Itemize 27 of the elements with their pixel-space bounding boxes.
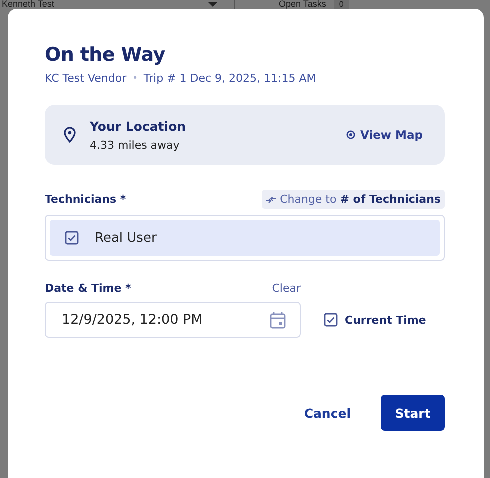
technician-name: Real User xyxy=(95,230,157,246)
date-time-label: Date & Time * xyxy=(45,282,132,295)
checkbox[interactable] xyxy=(324,313,338,327)
vendor-name: KC Test Vendor xyxy=(45,72,127,85)
task-count: 0 xyxy=(334,0,349,9)
cancel-button[interactable]: Cancel xyxy=(304,406,351,420)
start-button[interactable]: Start xyxy=(381,395,445,431)
checkbox[interactable] xyxy=(65,231,79,245)
calendar-icon[interactable] xyxy=(270,312,286,328)
dialog-title: On the Way xyxy=(45,44,166,66)
location-distance: 4.33 miles away xyxy=(90,138,181,152)
change-mode-button[interactable]: Change to # of Technicians xyxy=(262,190,445,209)
location-pin-icon xyxy=(64,127,76,143)
separator-dot: • xyxy=(132,74,138,84)
location-title: Your Location xyxy=(90,118,188,134)
caret-icon xyxy=(208,2,218,7)
technicians-label: Technicians * xyxy=(45,193,126,206)
trip-info: Trip # 1 Dec 9, 2025, 11:15 AM xyxy=(144,72,316,85)
current-time-label: Current Time xyxy=(345,314,426,326)
technician-option[interactable]: Real User xyxy=(50,220,440,256)
view-map-link[interactable]: View Map xyxy=(346,128,423,142)
date-time-field[interactable]: 12/9/2025, 12:00 PM xyxy=(45,302,301,338)
target-icon xyxy=(346,130,356,140)
open-tasks-tab[interactable]: Open Tasks xyxy=(279,0,326,9)
clear-link[interactable]: Clear xyxy=(272,282,301,295)
swap-icon xyxy=(266,196,276,202)
user-select[interactable]: Kenneth Test xyxy=(2,0,54,9)
